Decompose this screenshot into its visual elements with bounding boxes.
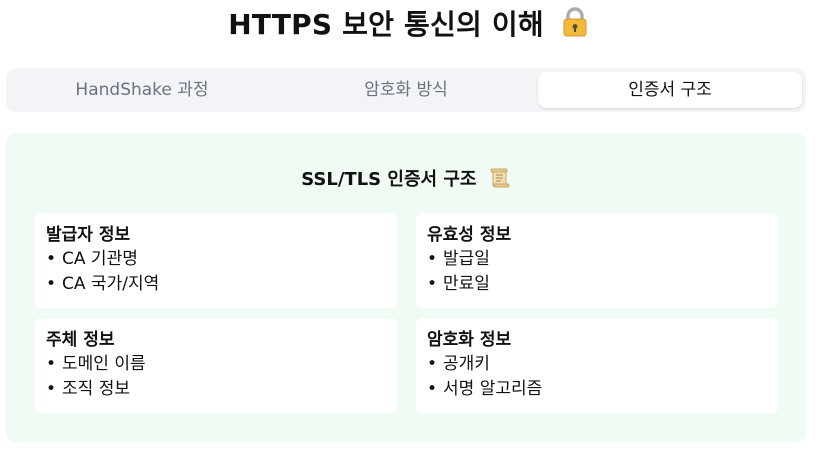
- panel-title: SSL/TLS 인증서 구조: [6, 167, 806, 197]
- list-item: • CA 국가/지역: [46, 274, 160, 294]
- card-heading: 주체 정보: [46, 330, 115, 350]
- tab-handshake[interactable]: HandShake 과정: [10, 72, 274, 108]
- card-heading: 유효성 정보: [427, 225, 512, 245]
- issuer-info-card: 발급자 정보 • CA 기관명 • CA 국가/지역: [35, 213, 397, 308]
- tab-certificate[interactable]: 인증서 구조: [538, 72, 802, 108]
- list-item: • 조직 정보: [46, 379, 130, 399]
- page-title-text: HTTPS 보안 통신의 이해: [228, 8, 544, 41]
- page: HTTPS 보안 통신의 이해 HandShake 과정 암호화 방식 인증서 …: [0, 0, 818, 456]
- validity-info-card: 유효성 정보 • 발급일 • 만료일: [416, 213, 778, 308]
- list-item: • CA 기관명: [46, 249, 138, 269]
- card-heading: 암호화 정보: [427, 330, 512, 350]
- list-item: • 공개키: [427, 354, 490, 374]
- list-item: • 서명 알고리즘: [427, 379, 543, 399]
- tab-encryption[interactable]: 암호화 방식: [274, 72, 538, 108]
- encryption-info-card: 암호화 정보 • 공개키 • 서명 알고리즘: [416, 318, 778, 413]
- certificate-panel: SSL/TLS 인증서 구조 발급자 정보 • CA 기관명 • CA 국가/지역 …: [6, 133, 806, 442]
- card-heading: 발급자 정보: [46, 225, 131, 245]
- scroll-icon: [489, 167, 511, 197]
- list-item: • 발급일: [427, 249, 490, 269]
- page-title: HTTPS 보안 통신의 이해: [0, 6, 818, 48]
- list-item: • 만료일: [427, 274, 490, 294]
- subject-info-card: 주체 정보 • 도메인 이름 • 조직 정보: [35, 318, 397, 413]
- panel-title-text: SSL/TLS 인증서 구조: [301, 169, 477, 190]
- lock-icon: [560, 6, 590, 48]
- tab-bar: HandShake 과정 암호화 방식 인증서 구조: [6, 68, 806, 112]
- list-item: • 도메인 이름: [46, 354, 146, 374]
